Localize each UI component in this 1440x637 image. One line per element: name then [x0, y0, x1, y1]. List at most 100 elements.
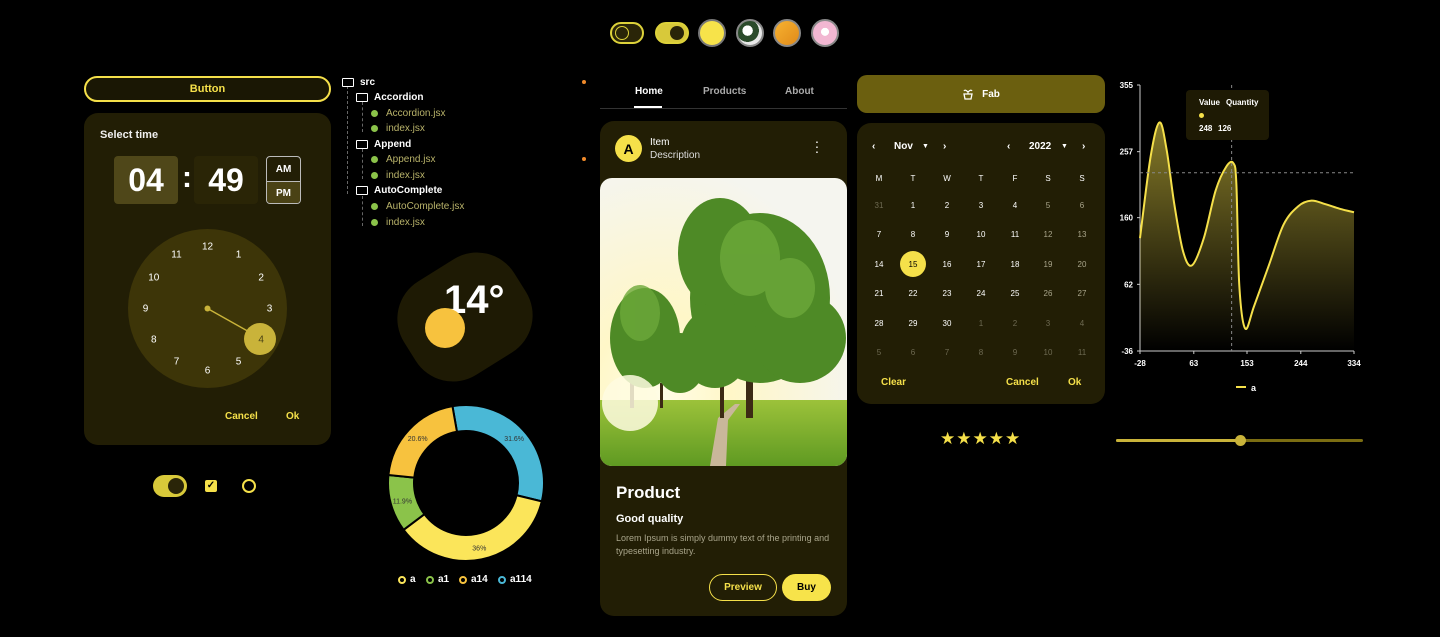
tree-file[interactable]: Accordion.jsx — [371, 108, 445, 119]
year-dropdown-icon[interactable]: ▼ — [1061, 143, 1068, 150]
time-cancel-button[interactable]: Cancel — [225, 411, 258, 422]
legend-item-a[interactable]: a — [398, 574, 416, 585]
calendar-day[interactable]: 10 — [1036, 341, 1060, 365]
checkbox[interactable]: ✓ — [205, 480, 217, 492]
am-option[interactable]: AM — [267, 157, 300, 181]
tree-file[interactable]: Append.jsx — [371, 154, 435, 165]
tree-file[interactable]: index.jsx — [371, 170, 425, 181]
tree-file[interactable]: index.jsx — [371, 123, 425, 134]
tree-file[interactable]: index.jsx — [371, 217, 425, 228]
donut-segment[interactable] — [451, 404, 545, 503]
dark-mode-toggle[interactable] — [610, 22, 644, 44]
calendar-day[interactable]: 27 — [1070, 282, 1094, 306]
legend-item-a1[interactable]: a1 — [426, 574, 449, 585]
clock-number[interactable]: 5 — [236, 357, 242, 368]
calendar-day[interactable]: 3 — [969, 193, 993, 217]
radio-button[interactable] — [242, 479, 256, 493]
calendar-clear-button[interactable]: Clear — [881, 377, 906, 388]
calendar-day[interactable]: 20 — [1070, 252, 1094, 276]
calendar-day[interactable]: 28 — [867, 311, 891, 335]
tree-folder-append[interactable]: Append — [356, 139, 411, 150]
switch-toggle[interactable] — [153, 475, 187, 497]
clock-dial[interactable]: 12 1 2 3 4 5 6 7 8 9 10 11 — [128, 229, 287, 388]
theme-swatch-yellow[interactable] — [698, 19, 726, 47]
theme-swatch-leaf[interactable] — [736, 19, 764, 47]
clock-number[interactable]: 6 — [205, 365, 211, 376]
calendar-day[interactable]: 8 — [969, 341, 993, 365]
calendar-day[interactable]: 10 — [969, 223, 993, 247]
calendar-day[interactable]: 24 — [969, 282, 993, 306]
calendar-day[interactable]: 15 — [900, 251, 926, 277]
calendar-day[interactable]: 8 — [901, 223, 925, 247]
light-mode-toggle[interactable] — [655, 22, 689, 44]
calendar-day[interactable]: 16 — [935, 252, 959, 276]
next-month-icon[interactable]: › — [943, 141, 946, 152]
next-year-icon[interactable]: › — [1082, 141, 1085, 152]
calendar-ok-button[interactable]: Ok — [1068, 377, 1081, 388]
calendar-day[interactable]: 11 — [1070, 341, 1094, 365]
calendar-day[interactable]: 6 — [901, 341, 925, 365]
preview-button[interactable]: Preview — [709, 574, 777, 601]
clock-number[interactable]: 7 — [174, 357, 180, 368]
calendar-day[interactable]: 9 — [935, 223, 959, 247]
calendar-day[interactable]: 2 — [935, 193, 959, 217]
clock-number[interactable]: 8 — [151, 334, 157, 345]
calendar-day[interactable]: 7 — [935, 341, 959, 365]
hour-field[interactable]: 04 — [114, 156, 178, 204]
primary-button[interactable]: Button — [84, 76, 331, 102]
calendar-day[interactable]: 5 — [867, 341, 891, 365]
calendar-day[interactable]: 1 — [969, 311, 993, 335]
calendar-day[interactable]: 31 — [867, 193, 891, 217]
calendar-day[interactable]: 11 — [1003, 223, 1027, 247]
tree-file[interactable]: AutoComplete.jsx — [371, 201, 464, 212]
legend-label[interactable]: a — [1251, 383, 1257, 393]
calendar-day[interactable]: 25 — [1003, 282, 1027, 306]
year-select[interactable]: 2022 — [1029, 141, 1051, 152]
tree-folder-autocomplete[interactable]: AutoComplete — [356, 185, 442, 196]
calendar-day[interactable]: 19 — [1036, 252, 1060, 276]
clock-number[interactable]: 1 — [236, 249, 242, 260]
calendar-day[interactable]: 13 — [1070, 223, 1094, 247]
calendar-day[interactable]: 9 — [1003, 341, 1027, 365]
calendar-day[interactable]: 7 — [867, 223, 891, 247]
calendar-day[interactable]: 22 — [901, 282, 925, 306]
calendar-day[interactable]: 18 — [1003, 252, 1027, 276]
legend-item-a114[interactable]: a114 — [498, 574, 532, 585]
pm-option[interactable]: PM — [267, 181, 300, 203]
clock-number[interactable]: 4 — [258, 334, 264, 345]
theme-swatch-pink[interactable] — [811, 19, 839, 47]
theme-swatch-orange[interactable] — [773, 19, 801, 47]
fab-button[interactable]: Fab — [857, 75, 1105, 113]
calendar-day[interactable]: 4 — [1003, 193, 1027, 217]
minute-field[interactable]: 49 — [194, 156, 258, 204]
calendar-day[interactable]: 29 — [901, 311, 925, 335]
tab-products[interactable]: Products — [703, 86, 746, 97]
calendar-day[interactable]: 14 — [867, 252, 891, 276]
calendar-day[interactable]: 5 — [1036, 193, 1060, 217]
month-select[interactable]: Nov — [894, 141, 913, 152]
month-dropdown-icon[interactable]: ▼ — [922, 143, 929, 150]
calendar-day[interactable]: 4 — [1070, 311, 1094, 335]
calendar-day[interactable]: 3 — [1036, 311, 1060, 335]
prev-month-icon[interactable]: ‹ — [872, 141, 875, 152]
clock-number[interactable]: 9 — [143, 303, 149, 314]
legend-item-a14[interactable]: a14 — [459, 574, 488, 585]
calendar-day[interactable]: 2 — [1003, 311, 1027, 335]
tree-folder-accordion[interactable]: Accordion — [356, 92, 423, 103]
tab-about[interactable]: About — [785, 86, 814, 97]
calendar-day[interactable]: 12 — [1036, 223, 1060, 247]
calendar-day[interactable]: 1 — [901, 193, 925, 217]
calendar-day[interactable]: 23 — [935, 282, 959, 306]
star-rating[interactable]: ★★★★★ — [940, 429, 1021, 449]
calendar-day[interactable]: 26 — [1036, 282, 1060, 306]
time-ok-button[interactable]: Ok — [286, 411, 299, 422]
clock-number[interactable]: 2 — [258, 272, 264, 283]
buy-button[interactable]: Buy — [782, 574, 831, 601]
calendar-cancel-button[interactable]: Cancel — [1006, 377, 1039, 388]
calendar-day[interactable]: 17 — [969, 252, 993, 276]
prev-year-icon[interactable]: ‹ — [1007, 141, 1010, 152]
slider-thumb[interactable] — [1234, 435, 1246, 446]
clock-number[interactable]: 10 — [148, 272, 159, 283]
more-vert-icon[interactable]: · · · — [812, 134, 822, 158]
calendar-day[interactable]: 6 — [1070, 193, 1094, 217]
